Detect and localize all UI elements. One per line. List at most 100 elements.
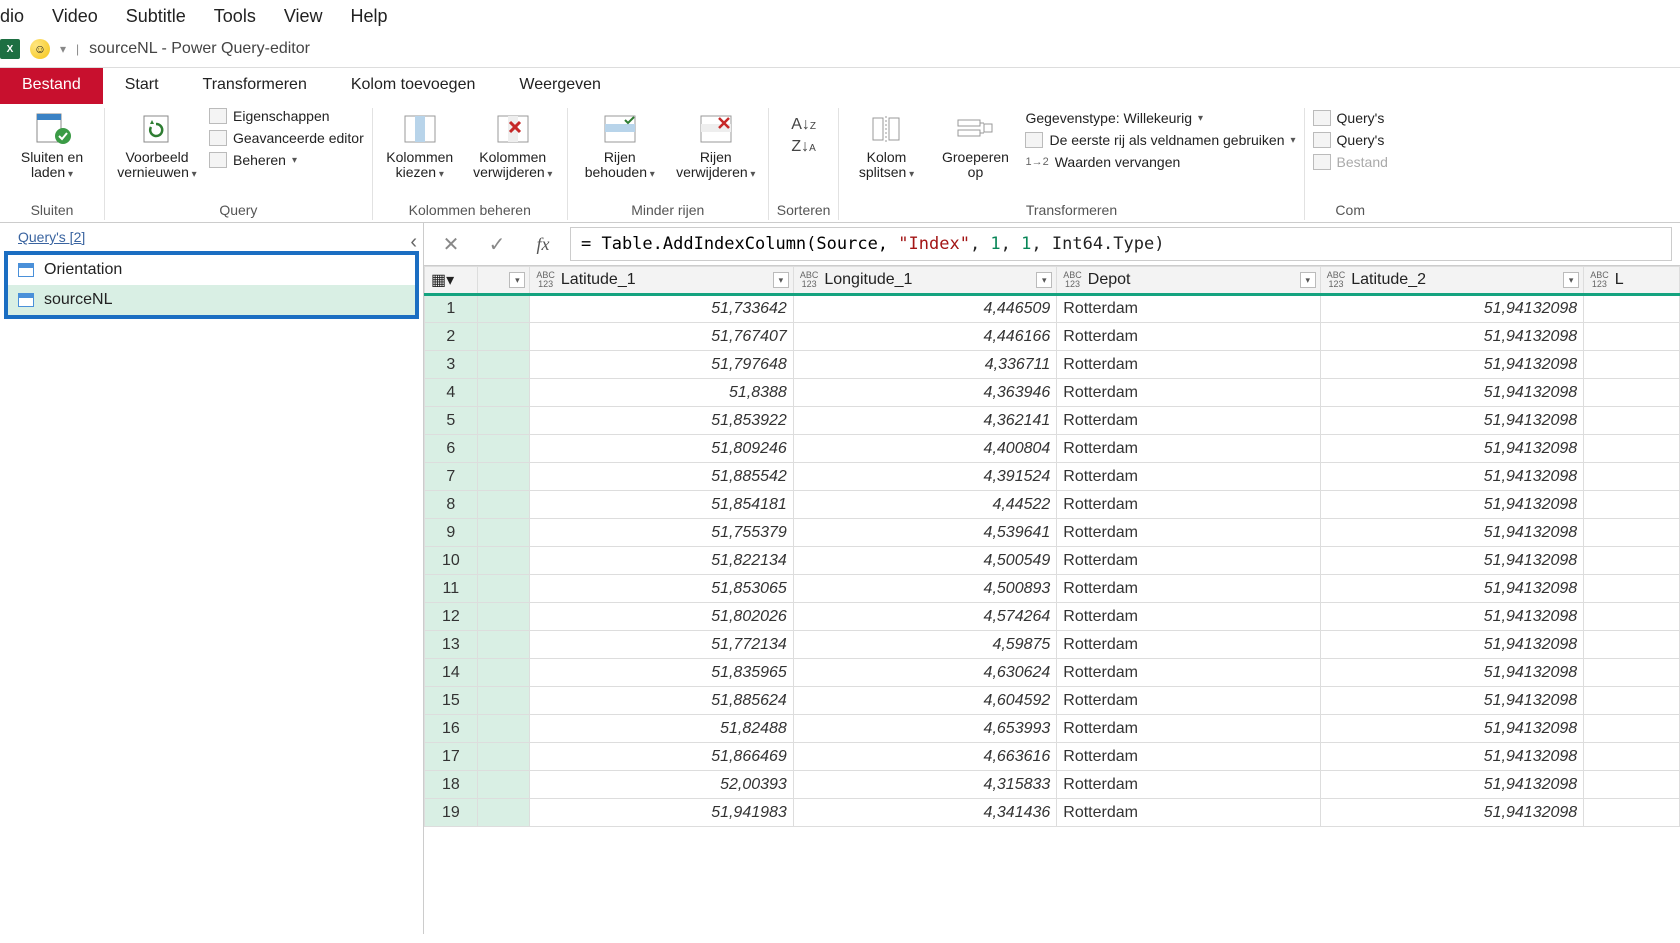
sluiten-en-laden-button[interactable]: Sluiten en laden [8,108,96,183]
tab-start[interactable]: Start [103,68,181,104]
waarden-vervangen-button[interactable]: 1→2Waarden vervangen [1025,154,1295,170]
menu-subtitle[interactable]: Subtitle [126,6,186,27]
table-row[interactable]: 651,8092464,400804Rotterdam51,94132098 [425,435,1680,463]
cell-depot[interactable]: Rotterdam [1057,687,1320,715]
cell-latitude1[interactable]: 52,00393 [530,771,793,799]
cell-longitude1[interactable]: 4,362141 [793,407,1056,435]
table-row[interactable]: 851,8541814,44522Rotterdam51,94132098 [425,491,1680,519]
cell-depot[interactable]: Rotterdam [1057,407,1320,435]
voorbeeld-vernieuwen-button[interactable]: Voorbeeld vernieuwen [113,108,201,183]
table-row[interactable]: 1451,8359654,630624Rotterdam51,94132098 [425,659,1680,687]
cell-latitude2[interactable]: 51,94132098 [1320,407,1583,435]
cell-longitude1[interactable]: 4,653993 [793,715,1056,743]
rijen-behouden-button[interactable]: Rijen behouden [576,108,664,183]
table-row[interactable]: 251,7674074,446166Rotterdam51,94132098 [425,323,1680,351]
cell-latitude2[interactable]: 51,94132098 [1320,463,1583,491]
cell-longitude1[interactable]: 4,604592 [793,687,1056,715]
bestand-combineren-button[interactable]: Bestand [1313,154,1388,170]
cell-longitude1[interactable]: 4,363946 [793,379,1056,407]
cell-depot[interactable]: Rotterdam [1057,715,1320,743]
cell-depot[interactable]: Rotterdam [1057,799,1320,827]
cell-longitude1[interactable]: 4,446509 [793,295,1056,323]
cell-longitude2[interactable] [1584,435,1680,463]
cell-latitude1[interactable]: 51,733642 [530,295,793,323]
cell-latitude1[interactable]: 51,853922 [530,407,793,435]
formula-input[interactable]: = Table.AddIndexColumn(Source, "Index", … [570,227,1672,261]
cell-longitude1[interactable]: 4,663616 [793,743,1056,771]
data-grid[interactable]: ▦▾ ▾ ABC123Latitude_1 ▾ ABC123Longitude_… [424,266,1680,827]
cell-latitude1[interactable]: 51,854181 [530,491,793,519]
filter-icon[interactable]: ▾ [509,272,525,288]
cell-depot[interactable]: Rotterdam [1057,435,1320,463]
cell-latitude1[interactable]: 51,866469 [530,743,793,771]
cell-longitude2[interactable] [1584,659,1680,687]
sort-asc-button[interactable]: A↓Z [791,116,816,134]
table-row[interactable]: 1251,8020264,574264Rotterdam51,94132098 [425,603,1680,631]
cell-longitude2[interactable] [1584,295,1680,323]
qat-dropdown-icon[interactable]: ▾ [60,42,66,56]
tab-bestand[interactable]: Bestand [0,68,103,104]
cell-latitude2[interactable]: 51,94132098 [1320,631,1583,659]
menu-tools[interactable]: Tools [214,6,256,27]
eigenschappen-button[interactable]: Eigenschappen [209,108,364,124]
cell-depot[interactable]: Rotterdam [1057,519,1320,547]
table-row[interactable]: 751,8855424,391524Rotterdam51,94132098 [425,463,1680,491]
cell-depot[interactable]: Rotterdam [1057,575,1320,603]
cell-depot[interactable]: Rotterdam [1057,351,1320,379]
cell-latitude1[interactable]: 51,941983 [530,799,793,827]
cell-longitude1[interactable]: 4,336711 [793,351,1056,379]
cell-longitude2[interactable] [1584,351,1680,379]
column-header-longitude1[interactable]: ABC123Longitude_1 ▾ [793,267,1056,295]
cell-depot[interactable]: Rotterdam [1057,771,1320,799]
cell-latitude2[interactable]: 51,94132098 [1320,491,1583,519]
cell-depot[interactable]: Rotterdam [1057,603,1320,631]
cell-latitude2[interactable]: 51,94132098 [1320,323,1583,351]
column-header-longitude2[interactable]: ABC123L [1584,267,1680,295]
cell-latitude2[interactable]: 51,94132098 [1320,435,1583,463]
cell-longitude1[interactable]: 4,446166 [793,323,1056,351]
cell-longitude1[interactable]: 4,44522 [793,491,1056,519]
menu-video[interactable]: Video [52,6,98,27]
cell-longitude1[interactable]: 4,539641 [793,519,1056,547]
menu-help[interactable]: Help [351,6,388,27]
table-row[interactable]: 1151,8530654,500893Rotterdam51,94132098 [425,575,1680,603]
cell-latitude2[interactable]: 51,94132098 [1320,687,1583,715]
tab-weergeven[interactable]: Weergeven [497,68,623,104]
menu-dio[interactable]: dio [0,6,24,27]
cell-longitude1[interactable]: 4,59875 [793,631,1056,659]
cell-depot[interactable]: Rotterdam [1057,463,1320,491]
filter-icon[interactable]: ▾ [1036,272,1052,288]
query-item-orientation[interactable]: Orientation [8,255,415,285]
cell-longitude2[interactable] [1584,491,1680,519]
formula-cancel-button[interactable]: ✕ [432,229,470,259]
table-row[interactable]: 551,8539224,362141Rotterdam51,94132098 [425,407,1680,435]
cell-latitude1[interactable]: 51,755379 [530,519,793,547]
cell-latitude2[interactable]: 51,94132098 [1320,715,1583,743]
querys-toevoegen-button[interactable]: Query's [1313,132,1388,148]
cell-longitude2[interactable] [1584,575,1680,603]
groeperen-op-button[interactable]: Groeperen op [933,108,1017,183]
table-row[interactable]: 1651,824884,653993Rotterdam51,94132098 [425,715,1680,743]
cell-latitude2[interactable]: 51,94132098 [1320,379,1583,407]
cell-longitude1[interactable]: 4,391524 [793,463,1056,491]
column-header-latitude2[interactable]: ABC123Latitude_2 ▾ [1320,267,1583,295]
table-row[interactable]: 351,7976484,336711Rotterdam51,94132098 [425,351,1680,379]
geavanceerde-editor-button[interactable]: Geavanceerde editor [209,130,364,146]
cell-depot[interactable]: Rotterdam [1057,631,1320,659]
table-corner-button[interactable]: ▦▾ [425,267,478,295]
table-row[interactable]: 1951,9419834,341436Rotterdam51,94132098 [425,799,1680,827]
cell-latitude2[interactable]: 51,94132098 [1320,799,1583,827]
cell-longitude2[interactable] [1584,799,1680,827]
cell-depot[interactable]: Rotterdam [1057,491,1320,519]
tab-transformeren[interactable]: Transformeren [181,68,329,104]
cell-longitude2[interactable] [1584,715,1680,743]
cell-latitude2[interactable]: 51,94132098 [1320,603,1583,631]
kolommen-verwijderen-button[interactable]: Kolommen verwijderen [467,108,559,183]
cell-latitude2[interactable]: 51,94132098 [1320,519,1583,547]
formula-accept-button[interactable]: ✓ [478,229,516,259]
cell-longitude2[interactable] [1584,323,1680,351]
kolommen-kiezen-button[interactable]: Kolommen kiezen [381,108,459,183]
cell-longitude1[interactable]: 4,500549 [793,547,1056,575]
table-row[interactable]: 1051,8221344,500549Rotterdam51,94132098 [425,547,1680,575]
cell-latitude2[interactable]: 51,94132098 [1320,547,1583,575]
